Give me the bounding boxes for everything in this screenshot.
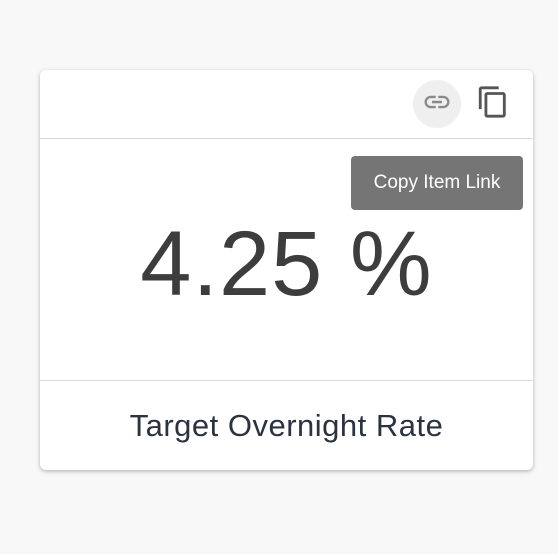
copy-button[interactable] [469, 80, 517, 128]
copy-icon [476, 85, 510, 124]
tooltip: Copy Item Link [351, 156, 523, 210]
copy-link-button[interactable] [413, 80, 461, 128]
metric-label: Target Overnight Rate [40, 380, 533, 471]
card-header [40, 70, 533, 139]
link-icon [422, 87, 452, 122]
metric-card: 4.25 % Copy Item Link Target Overnight R… [40, 70, 533, 470]
